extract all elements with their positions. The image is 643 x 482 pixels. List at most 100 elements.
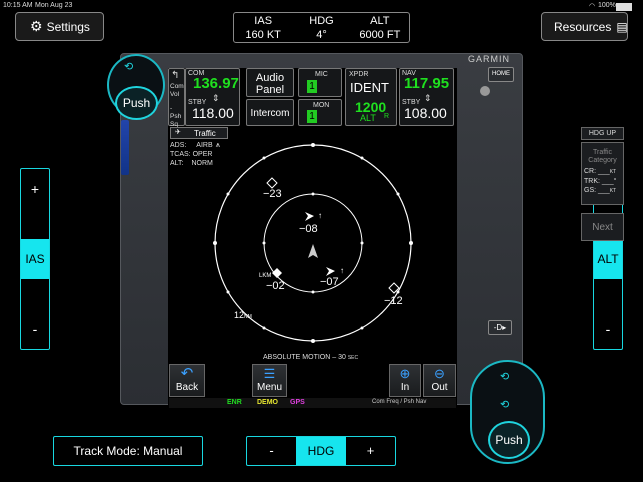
gauge-hdg: HDG 4° <box>292 13 350 42</box>
alt-label: ALT <box>594 239 622 279</box>
ias-minus-button[interactable]: - <box>21 309 49 349</box>
menu-label: Menu <box>256 382 282 393</box>
gear-icon: ⚙ <box>30 18 43 34</box>
gtn-screen: ↰ Com Vol - Psh Sq COM 136.97 ⇕ STBY 118… <box>168 68 624 408</box>
right-push-button[interactable]: Push <box>488 421 530 459</box>
cr-unit: KT <box>609 169 617 175</box>
motion-label: ABSOLUTE MOTION – 30 SEC <box>263 354 358 361</box>
hdg-control: - HDG + <box>246 436 396 466</box>
photocell <box>480 86 490 96</box>
track-mode-button[interactable]: Track Mode: Manual <box>53 436 203 466</box>
settings-button[interactable]: ⚙ Settings <box>15 12 104 41</box>
left-push-button[interactable]: Push <box>115 86 158 120</box>
rotate-icon: ⟲ <box>124 61 134 73</box>
climb-arrow-icon: ↑ <box>318 211 322 220</box>
rotate-icon: ⟲ <box>500 399 510 411</box>
target-id-label: LKM <box>259 273 271 279</box>
traffic-category-panel[interactable]: Traffic Category CR: ___KT TRK: ___° GS:… <box>581 142 624 205</box>
cr-row: CR: ___KT <box>584 167 623 177</box>
gs-unit: KT <box>609 188 617 194</box>
target-marker <box>326 267 335 276</box>
range-unit: NM <box>244 314 252 320</box>
target-marker <box>272 268 282 278</box>
ias-plus-button[interactable]: + <box>21 169 49 209</box>
wifi-icon: ◠ <box>589 3 596 10</box>
book-icon: ▤ <box>616 19 628 34</box>
battery-icon <box>616 3 632 11</box>
back-button[interactable]: ↶ Back <box>169 364 205 397</box>
gauge-bar: IAS 160 KT HDG 4° ALT 6000 FT <box>233 12 410 43</box>
ias-label: IAS <box>21 239 49 279</box>
back-arrow-icon: ↶ <box>180 365 194 382</box>
target-marker <box>305 212 314 221</box>
target-marker <box>266 177 278 189</box>
target-altitude-label: −23 <box>263 188 282 200</box>
gauge-value: 6000 FT <box>359 29 401 41</box>
gs-label: GS: <box>584 187 597 194</box>
climb-arrow-icon: ↑ <box>340 266 344 275</box>
ias-control: + IAS - <box>20 168 50 350</box>
zoom-out-icon: ⊖ <box>434 366 445 381</box>
zoom-out-label: Out <box>431 382 448 393</box>
range-value: 12 <box>234 310 245 320</box>
rotate-icon: ⟲ <box>500 371 510 383</box>
status-time: 10:15 AM <box>3 2 33 9</box>
hdg-plus-button[interactable]: + <box>346 437 395 465</box>
zoom-in-label: In <box>400 382 410 393</box>
cr-value: ___ <box>598 168 610 175</box>
gauge-value: 4° <box>316 29 327 41</box>
gs-row: GS: ___KT <box>584 186 623 196</box>
cr-label: CR: <box>584 168 597 175</box>
back-label: Back <box>175 382 199 393</box>
ownship-icon <box>308 244 318 258</box>
status-battery: 100% <box>598 2 616 9</box>
gauge-value: 160 KT <box>245 29 281 41</box>
home-button[interactable]: HOME <box>488 67 514 82</box>
status-bar: 10:15 AM Mon Aug 23 ◠ 100% <box>0 0 643 12</box>
zoom-in-button[interactable]: ⊕ In <box>389 364 421 397</box>
target-altitude-label: −12 <box>384 295 403 307</box>
settings-label: Settings <box>46 19 90 34</box>
hdg-label: HDG <box>296 437 346 465</box>
alt-minus-button[interactable]: - <box>594 309 622 349</box>
garmin-logo: GARMIN <box>468 54 510 64</box>
gauge-label: ALT <box>370 15 390 27</box>
motion-unit: SEC <box>347 355 359 361</box>
demo-annunciator: DEMO <box>257 399 278 406</box>
resources-button[interactable]: Resources ▤ <box>541 12 628 41</box>
target-altitude-label: −07 <box>320 276 339 288</box>
gauge-label: IAS <box>254 15 273 27</box>
target-altitude-label: −08 <box>299 223 318 235</box>
direct-to-button[interactable]: -D▸ <box>488 320 512 335</box>
traffic-radar: ↑ ↑ LKM <box>213 143 413 343</box>
gs-value: ___ <box>598 187 610 194</box>
hdg-up-button[interactable]: HDG UP <box>581 127 624 140</box>
trk-row: TRK: ___° <box>584 177 623 186</box>
card-slot <box>121 120 129 175</box>
hdg-minus-button[interactable]: - <box>247 437 296 465</box>
gauge-ias: IAS 160 KT <box>234 13 292 42</box>
inner-range-ring <box>263 193 363 293</box>
trk-unit: ° <box>613 178 617 185</box>
status-date: Mon Aug 23 <box>35 2 73 9</box>
knob-hint: Com Freq / Psh Nav <box>372 399 427 405</box>
menu-icon: ☰ <box>263 366 276 381</box>
zoom-in-icon: ⊕ <box>399 366 411 381</box>
gauge-alt: ALT 6000 FT <box>351 13 409 42</box>
trk-label: TRK: <box>584 178 600 185</box>
category-label: Traffic Category <box>588 149 617 164</box>
gauge-label: HDG <box>309 15 334 27</box>
gps-annunciator: GPS <box>290 399 305 406</box>
target-altitude-label: −02 <box>266 280 285 292</box>
next-button[interactable]: Next <box>581 213 624 241</box>
menu-button[interactable]: ☰ Menu <box>252 364 287 397</box>
range-label: 12NM <box>234 310 252 320</box>
resources-label: Resources <box>554 19 612 34</box>
trk-value: ___ <box>601 178 614 185</box>
zoom-out-button[interactable]: ⊖ Out <box>423 364 456 397</box>
motion-text: ABSOLUTE MOTION – 30 <box>263 354 346 361</box>
enr-annunciator: ENR <box>227 399 242 406</box>
